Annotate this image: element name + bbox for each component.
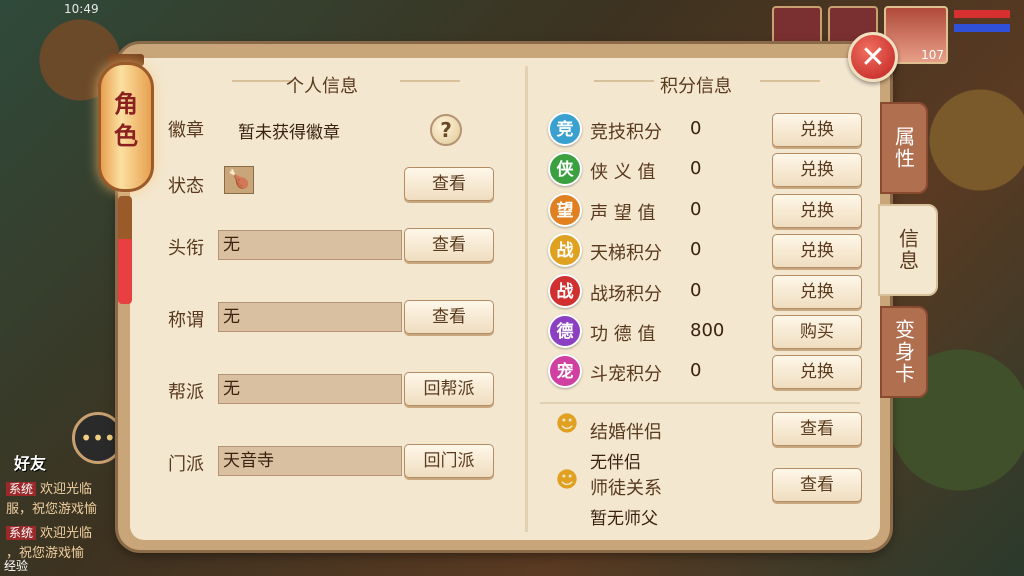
score-label: 侠 义 值 [590, 162, 656, 183]
badge-value: 暂未获得徽章 [238, 123, 340, 143]
exchange-button[interactable]: 兑换 [772, 113, 862, 147]
hp-mp-bars [954, 6, 1010, 66]
merit-icon: 德 [548, 314, 582, 348]
score-value: 0 [690, 239, 702, 260]
chat-line: 服，祝您游戏愉 [6, 498, 97, 517]
chat-tag: 系统 [6, 526, 37, 540]
section-separator [540, 402, 860, 404]
chat-tag: 系统 [6, 482, 37, 496]
chat-bubble-icon: ••• [80, 426, 116, 450]
return-guild-button[interactable]: 回帮派 [404, 372, 494, 406]
marriage-icon: ☻ [555, 412, 579, 437]
chat-line: 系统 欢迎光临 [6, 522, 92, 541]
lantern-char: 角 [114, 90, 138, 118]
title-row-label: 头衔 [168, 238, 204, 259]
mentor-label: 师徒关系 [590, 478, 662, 499]
exchange-button[interactable]: 兑换 [772, 234, 862, 268]
title-view-button[interactable]: 查看 [404, 228, 494, 262]
help-icon[interactable]: ? [430, 114, 462, 146]
role-lantern-label: 角 色 [112, 88, 140, 152]
tab-attributes[interactable]: 属性 [880, 102, 928, 194]
chat-button[interactable]: ••• [72, 412, 124, 464]
exp-label: 经验 [4, 559, 29, 573]
score-info-title: 积分信息 [660, 76, 732, 97]
exchange-button[interactable]: 兑换 [772, 153, 862, 187]
marriage-value: 无伴侣 [590, 453, 641, 473]
title-flourish [760, 80, 820, 82]
player-level: 107 [921, 48, 944, 62]
score-label: 斗宠积分 [590, 364, 662, 385]
battlefield-score-icon: 战 [548, 274, 582, 308]
score-value: 800 [690, 320, 725, 341]
mentor-view-button[interactable]: 查看 [772, 468, 862, 502]
tab-info[interactable]: 信息 [878, 204, 938, 296]
personal-info-title: 个人信息 [286, 76, 358, 97]
exchange-button[interactable]: 兑换 [772, 355, 862, 389]
tab-transform-card[interactable]: 变身卡 [880, 306, 928, 398]
lantern-char: 色 [114, 122, 138, 150]
school-field: 天音寺 [218, 446, 402, 476]
pet-battle-score-icon: 宠 [548, 354, 582, 388]
lantern-tassel [118, 196, 132, 304]
title-flourish [400, 80, 460, 82]
reputation-icon: 望 [548, 193, 582, 227]
nickname-label: 称谓 [168, 310, 204, 331]
chat-line: 系统 欢迎光临 [6, 478, 92, 497]
close-icon: ✕ [860, 39, 886, 75]
score-label: 天梯积分 [590, 243, 662, 264]
nickname-view-button[interactable]: 查看 [404, 300, 494, 334]
title-field: 无 [218, 230, 402, 260]
chat-text: 服，祝您游戏愉 [6, 502, 98, 517]
status-time: 10:49 [64, 2, 99, 16]
ladder-score-icon: 战 [548, 233, 582, 267]
mp-bar [954, 24, 1010, 32]
state-label: 状态 [168, 176, 204, 197]
arena-score-icon: 竞 [548, 112, 582, 146]
buy-button[interactable]: 购买 [772, 315, 862, 349]
food-icon[interactable]: 🍗 [224, 166, 254, 194]
exchange-button[interactable]: 兑换 [772, 194, 862, 228]
state-view-button[interactable]: 查看 [404, 167, 494, 201]
score-value: 0 [690, 280, 702, 301]
score-value: 0 [690, 199, 702, 220]
marriage-view-button[interactable]: 查看 [772, 412, 862, 446]
close-button[interactable]: ✕ [848, 32, 898, 82]
score-value: 0 [690, 360, 702, 381]
school-label: 门派 [168, 454, 204, 475]
marriage-label: 结婚伴侣 [590, 422, 662, 443]
score-value: 0 [690, 158, 702, 179]
score-value: 0 [690, 118, 702, 139]
badge-label: 徽章 [168, 120, 204, 141]
mentor-value: 暂无师父 [590, 509, 658, 529]
exchange-button[interactable]: 兑换 [772, 275, 862, 309]
chat-text: 欢迎光临 [40, 526, 93, 541]
score-label: 竞技积分 [590, 122, 662, 143]
mentor-icon: ☻ [555, 468, 579, 493]
hp-bar [954, 10, 1010, 18]
chivalry-icon: 侠 [548, 152, 582, 186]
guild-field: 无 [218, 374, 402, 404]
chat-text: 欢迎光临 [40, 482, 93, 497]
score-label: 功 德 值 [590, 324, 656, 345]
panel-divider [525, 66, 528, 532]
guild-label: 帮派 [168, 382, 204, 403]
score-label: 声 望 值 [590, 203, 656, 224]
return-school-button[interactable]: 回门派 [404, 444, 494, 478]
friend-label[interactable]: 好友 [14, 450, 46, 474]
nickname-field: 无 [218, 302, 402, 332]
score-label: 战场积分 [590, 284, 662, 305]
